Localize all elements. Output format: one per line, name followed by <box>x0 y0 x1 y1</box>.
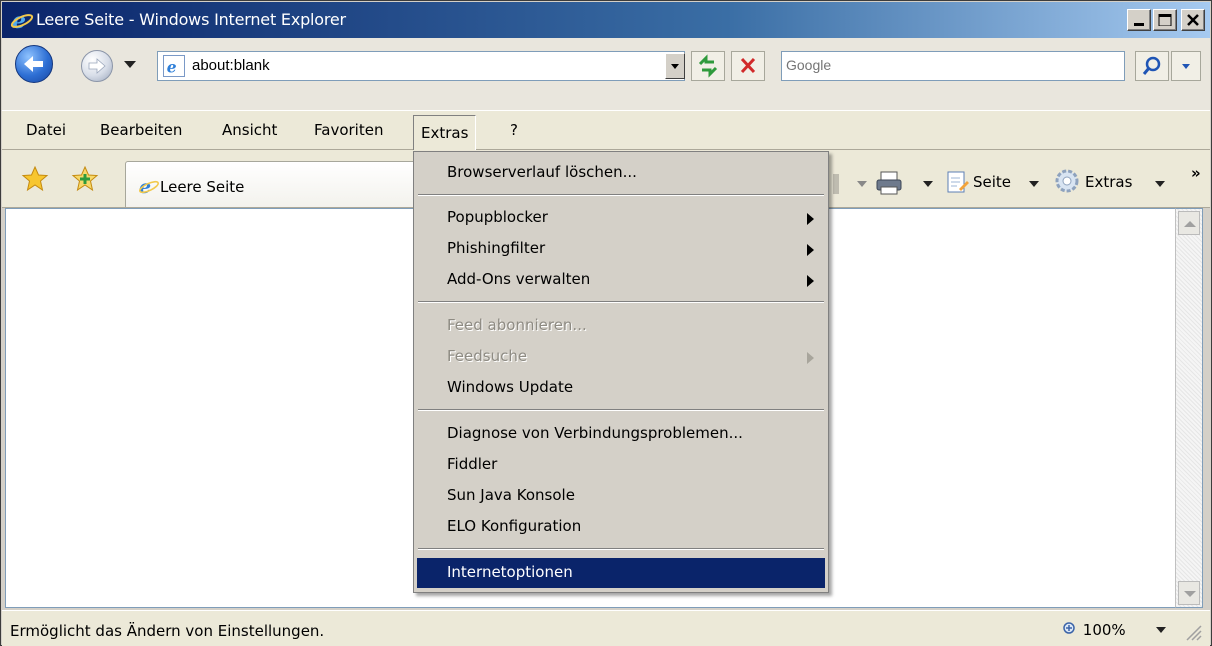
menu-datei[interactable]: Datei <box>19 117 73 145</box>
browser-window: e Leere Seite - Windows Internet Explore… <box>0 0 1212 646</box>
vertical-scrollbar[interactable] <box>1175 208 1203 608</box>
refresh-icon <box>698 54 718 78</box>
svg-text:e: e <box>167 57 177 76</box>
extras-menu: Browserverlauf löschen... Popupblocker P… <box>413 151 829 593</box>
maximize-icon <box>1158 14 1172 26</box>
menu-separator <box>418 409 824 411</box>
title-bar[interactable]: e Leere Seite - Windows Internet Explore… <box>2 2 1210 38</box>
menu-item-internetoptionen[interactable]: Internetoptionen <box>417 558 825 588</box>
menu-item-elo-konfiguration[interactable]: ELO Konfiguration <box>417 512 825 542</box>
status-text: Ermöglicht das Ändern von Einstellungen. <box>10 622 325 640</box>
scroll-up-button[interactable] <box>1178 211 1200 235</box>
tab-label: Leere Seite <box>160 178 245 196</box>
chevron-down-icon[interactable] <box>923 181 933 189</box>
page-menu-button[interactable]: Seite <box>973 173 1011 191</box>
recent-pages-dropdown-icon[interactable] <box>124 61 136 69</box>
chevron-down-icon <box>671 64 679 69</box>
forward-arrow-icon <box>88 58 106 74</box>
chevron-down-icon[interactable] <box>1029 181 1039 189</box>
zoom-icon <box>1063 622 1075 634</box>
feeds-icon[interactable] <box>833 173 847 195</box>
svg-text:e: e <box>139 176 151 197</box>
gear-icon[interactable] <box>1053 167 1081 195</box>
add-favorite-icon[interactable] <box>71 165 99 193</box>
submenu-arrow-icon <box>807 275 814 287</box>
address-field[interactable]: e about:blank <box>157 51 685 81</box>
maximize-button[interactable] <box>1153 9 1177 31</box>
menu-item-browserverlauf[interactable]: Browserverlauf löschen... <box>417 158 825 188</box>
forward-button[interactable] <box>81 50 113 82</box>
internet-explorer-icon: e <box>139 176 159 197</box>
menu-favoriten[interactable]: Favoriten <box>307 117 390 145</box>
svg-text:e: e <box>12 8 26 32</box>
submenu-arrow-icon <box>807 352 814 364</box>
search-icon <box>1142 56 1161 75</box>
menu-extras[interactable]: Extras <box>413 115 477 151</box>
menu-separator <box>418 548 824 550</box>
menu-ansicht[interactable]: Ansicht <box>215 117 284 145</box>
submenu-arrow-icon <box>807 213 814 225</box>
chevron-up-icon <box>1184 221 1196 227</box>
menu-item-windows-update[interactable]: Windows Update <box>417 373 825 403</box>
minimize-button[interactable] <box>1127 9 1151 31</box>
menu-item-feed-abonnieren: Feed abonnieren... <box>447 316 587 334</box>
scroll-down-button[interactable] <box>1178 581 1200 605</box>
status-bar: Ermöglicht das Ändern von Einstellungen.… <box>2 610 1210 646</box>
menu-item-phishingfilter[interactable]: Phishingfilter <box>417 234 825 264</box>
menu-separator <box>418 194 824 196</box>
internet-explorer-icon: e <box>10 8 34 32</box>
address-dropdown-button[interactable] <box>665 53 685 79</box>
menu-item-diagnose[interactable]: Diagnose von Verbindungsproblemen... <box>417 419 825 449</box>
menu-item-popupblocker[interactable]: Popupblocker <box>417 203 825 233</box>
menu-separator <box>418 301 824 303</box>
close-icon <box>1187 14 1199 26</box>
menu-item-java-konsole[interactable]: Sun Java Konsole <box>417 481 825 511</box>
submenu-arrow-icon <box>807 244 814 256</box>
menu-help[interactable]: ? <box>503 117 525 145</box>
minimize-icon <box>1134 23 1144 26</box>
window-title: Leere Seite - Windows Internet Explorer <box>36 10 346 29</box>
stop-icon <box>740 57 756 74</box>
chevron-down-icon <box>1184 591 1196 597</box>
menu-bearbeiten[interactable]: Bearbeiten <box>93 117 189 145</box>
chevron-down-icon <box>1182 64 1190 69</box>
search-options-button[interactable] <box>1171 51 1201 81</box>
chevron-down-icon[interactable] <box>857 181 867 189</box>
search-input[interactable] <box>782 52 1112 78</box>
url-text[interactable]: about:blank <box>192 57 270 74</box>
more-commands-chevron[interactable]: » <box>1191 164 1201 182</box>
chevron-down-icon[interactable] <box>1155 181 1165 189</box>
favorites-star-icon[interactable] <box>21 165 49 193</box>
zoom-value: 100% <box>1082 621 1126 639</box>
zoom-level[interactable]: 100% <box>1062 621 1126 639</box>
refresh-button[interactable] <box>691 51 725 81</box>
menu-item-feedsuche: Feedsuche <box>417 342 825 372</box>
back-button[interactable] <box>15 45 53 83</box>
print-icon[interactable] <box>875 169 905 197</box>
resize-grip-icon[interactable] <box>1184 623 1202 641</box>
back-arrow-icon <box>24 56 43 72</box>
page-ie-icon: e <box>163 55 185 77</box>
menu-item-fiddler[interactable]: Fiddler <box>417 450 825 480</box>
search-button[interactable] <box>1135 51 1169 81</box>
chevron-down-icon[interactable] <box>1156 627 1166 635</box>
page-icon[interactable] <box>945 169 971 197</box>
menu-item-add-ons[interactable]: Add-Ons verwalten <box>417 265 825 295</box>
tools-menu-button[interactable]: Extras <box>1085 173 1132 191</box>
search-field[interactable] <box>781 51 1125 81</box>
stop-button[interactable] <box>731 51 765 81</box>
close-button[interactable] <box>1181 9 1205 31</box>
tab-leere-seite[interactable]: e Leere Seite <box>125 161 445 207</box>
